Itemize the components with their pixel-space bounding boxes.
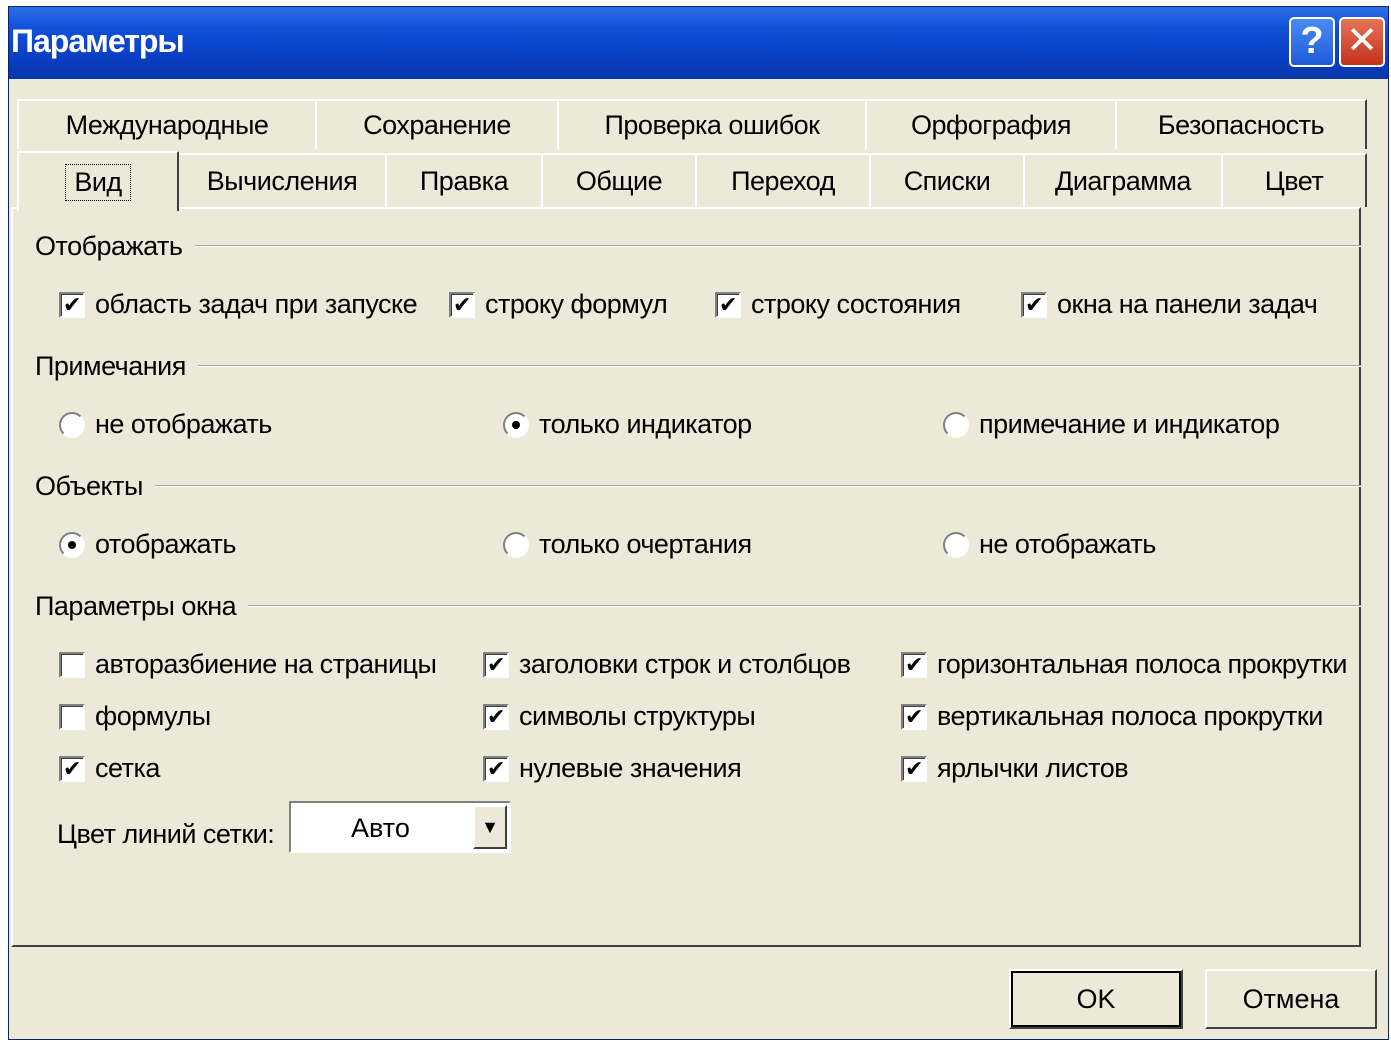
window-title: Параметры — [11, 23, 185, 59]
checkbox[interactable]: ✔ — [483, 755, 509, 782]
option-formulas[interactable]: формулы — [59, 701, 211, 732]
title-bar[interactable]: Параметры ? ✕ — [9, 7, 1388, 79]
gridline-color-select[interactable]: Авто ▼ — [289, 801, 511, 853]
option-comments-and-indicator[interactable]: примечание и индикатор — [943, 409, 1280, 440]
group-title-comments: Примечания — [35, 351, 198, 382]
checkbox[interactable] — [59, 651, 85, 678]
gridline-color-value: Авто — [351, 813, 410, 843]
option-label: строку формул — [485, 289, 668, 319]
tab-transition[interactable]: Переход — [695, 153, 871, 207]
checkbox[interactable]: ✔ — [715, 291, 741, 318]
option-label: только очертания — [539, 529, 752, 559]
option-label: не отображать — [979, 529, 1156, 559]
tab-spelling[interactable]: Орфография — [865, 99, 1117, 149]
checkbox[interactable]: ✔ — [449, 291, 475, 318]
close-icon[interactable]: ✕ — [1339, 17, 1385, 67]
option-objects-show-all[interactable]: отображать — [59, 529, 236, 560]
group-divider — [35, 245, 1361, 247]
option-windows-in-taskbar[interactable]: ✔ окна на панели задач — [1021, 289, 1318, 320]
option-gridlines[interactable]: ✔ сетка — [59, 753, 160, 784]
option-sheet-tabs[interactable]: ✔ ярлычки листов — [901, 753, 1129, 784]
tab-view-label: Вид — [65, 163, 131, 201]
option-label: авторазбиение на страницы — [95, 649, 437, 679]
tab-view[interactable]: Вид — [17, 151, 179, 211]
help-icon[interactable]: ? — [1289, 17, 1335, 67]
options-dialog: Параметры ? ✕ Международные Сохранение П… — [8, 6, 1389, 1040]
tab-calculation[interactable]: Вычисления — [177, 153, 387, 207]
tab-international[interactable]: Международные — [17, 99, 317, 149]
option-status-bar[interactable]: ✔ строку состояния — [715, 289, 961, 320]
radio-button[interactable] — [943, 531, 969, 558]
checkbox[interactable]: ✔ — [59, 291, 85, 318]
option-label: примечание и индикатор — [979, 409, 1280, 439]
checkbox[interactable]: ✔ — [901, 703, 927, 730]
tab-edit[interactable]: Правка — [385, 153, 543, 207]
group-title-window-options: Параметры окна — [35, 591, 249, 622]
option-zero-values[interactable]: ✔ нулевые значения — [483, 753, 742, 784]
tab-chart[interactable]: Диаграмма — [1023, 153, 1223, 207]
option-label: только индикатор — [539, 409, 752, 439]
option-comments-none[interactable]: не отображать — [59, 409, 272, 440]
radio-button[interactable] — [503, 531, 529, 558]
option-label: область задач при запуске — [95, 289, 418, 319]
checkbox[interactable] — [59, 703, 85, 730]
checkbox[interactable]: ✔ — [901, 755, 927, 782]
group-title-objects: Объекты — [35, 471, 155, 502]
option-label: горизонтальная полоса прокрутки — [937, 649, 1347, 679]
radio-button[interactable] — [59, 531, 85, 558]
option-label: вертикальная полоса прокрутки — [937, 701, 1323, 731]
option-label: не отображать — [95, 409, 272, 439]
radio-button[interactable] — [503, 411, 529, 438]
option-objects-placeholders[interactable]: только очертания — [503, 529, 752, 560]
option-label: символы структуры — [519, 701, 756, 731]
option-task-pane-startup[interactable]: ✔ область задач при запуске — [59, 289, 418, 320]
option-horizontal-scrollbar[interactable]: ✔ горизонтальная полоса прокрутки — [901, 649, 1347, 680]
radio-button[interactable] — [943, 411, 969, 438]
option-vertical-scrollbar[interactable]: ✔ вертикальная полоса прокрутки — [901, 701, 1323, 732]
option-label: ярлычки листов — [937, 753, 1129, 783]
option-label: нулевые значения — [519, 753, 742, 783]
radio-button[interactable] — [59, 411, 85, 438]
tab-color[interactable]: Цвет — [1221, 153, 1367, 207]
option-label: строку состояния — [751, 289, 961, 319]
checkbox[interactable]: ✔ — [483, 703, 509, 730]
checkbox[interactable]: ✔ — [59, 755, 85, 782]
option-label: заголовки строк и столбцов — [519, 649, 851, 679]
gridline-color-label: Цвет линий сетки: — [57, 819, 275, 849]
tab-error-checking[interactable]: Проверка ошибок — [557, 99, 867, 149]
option-label: формулы — [95, 701, 211, 731]
option-objects-hide-all[interactable]: не отображать — [943, 529, 1156, 560]
tab-security[interactable]: Безопасность — [1115, 99, 1367, 149]
cancel-button[interactable]: Отмена — [1205, 969, 1377, 1029]
option-page-breaks[interactable]: авторазбиение на страницы — [59, 649, 437, 680]
option-formula-bar[interactable]: ✔ строку формул — [449, 289, 668, 320]
ok-button[interactable]: OK — [1009, 969, 1183, 1029]
option-label: сетка — [95, 753, 160, 783]
dropdown-arrow-icon[interactable]: ▼ — [473, 805, 507, 849]
checkbox[interactable]: ✔ — [901, 651, 927, 678]
group-title-display: Отображать — [35, 231, 195, 262]
tab-general[interactable]: Общие — [541, 153, 697, 207]
option-label: отображать — [95, 529, 236, 559]
option-comments-indicator-only[interactable]: только индикатор — [503, 409, 752, 440]
checkbox[interactable]: ✔ — [1021, 291, 1047, 318]
option-label: окна на панели задач — [1057, 289, 1318, 319]
group-divider — [35, 365, 1361, 367]
tab-save[interactable]: Сохранение — [315, 99, 559, 149]
checkbox[interactable]: ✔ — [483, 651, 509, 678]
tab-lists[interactable]: Списки — [869, 153, 1025, 207]
option-row-col-headers[interactable]: ✔ заголовки строк и столбцов — [483, 649, 851, 680]
group-divider — [35, 485, 1361, 487]
option-outline-symbols[interactable]: ✔ символы структуры — [483, 701, 756, 732]
